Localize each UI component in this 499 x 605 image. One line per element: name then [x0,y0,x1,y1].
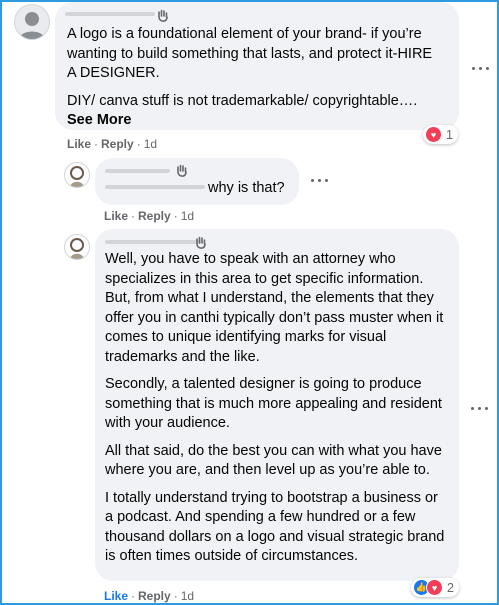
comment-actions: Like · Reply · 1d [104,589,195,603]
comment-paragraph: Secondly, a talented designer is going t… [105,376,442,431]
author-name-redacted[interactable] [105,169,170,173]
timestamp[interactable]: 1d [144,137,157,151]
comment-paragraph: why is that? [208,180,285,196]
wave-icon [177,164,187,177]
mention-redacted[interactable] [105,185,205,189]
more-options-icon[interactable] [471,64,491,74]
comment-text: Well, you have to speak with an attorney… [105,250,445,567]
see-more-link[interactable]: See More [67,112,131,128]
wave-icon [196,236,206,249]
commenter-avatar[interactable] [64,234,90,260]
comment-bubble: why is that? [95,158,299,205]
author-name-redacted[interactable] [105,240,201,244]
commenter-avatar[interactable] [64,162,90,188]
more-options-icon[interactable] [470,404,490,414]
like-button[interactable]: Like [67,137,91,151]
comment-paragraph: Well, you have to speak with an attorney… [105,251,444,365]
like-button[interactable]: Like [104,209,128,223]
comment-text: why is that? [208,179,285,199]
reaction-summary[interactable]: 👍 ♥ 2 [411,578,459,597]
author-name-redacted[interactable] [65,12,155,16]
comment-bubble: Well, you have to speak with an attorney… [95,229,459,581]
timestamp[interactable]: 1d [181,589,194,603]
wave-icon [158,9,168,22]
reply-button[interactable]: Reply [101,137,134,151]
comment-paragraph: DIY/ canva stuff is not trademarkable/ c… [67,92,418,109]
commenter-avatar[interactable] [14,4,50,40]
reaction-summary[interactable]: ♥ 1 [423,125,458,144]
timestamp[interactable]: 1d [181,209,194,223]
comment-paragraph: I totally understand trying to bootstrap… [105,489,445,565]
comment-paragraph: A logo is a foundational element of your… [67,26,433,81]
reply-button[interactable]: Reply [138,589,171,603]
reply-button[interactable]: Reply [138,209,171,223]
comment-bubble: A logo is a foundational element of your… [55,2,459,130]
comment-paragraph: All that said, do the best you can with … [105,442,442,479]
reaction-count: 2 [447,580,454,595]
love-reaction-icon: ♥ [425,126,442,143]
comment-text: A logo is a foundational element of your… [67,25,439,131]
comment-actions: Like · Reply · 1d [104,209,195,223]
love-reaction-icon: ♥ [426,579,443,596]
like-button[interactable]: Like [104,589,128,603]
more-options-icon[interactable] [310,176,330,186]
comment-actions: Like · Reply · 1d [67,137,158,151]
reaction-count: 1 [446,127,453,142]
